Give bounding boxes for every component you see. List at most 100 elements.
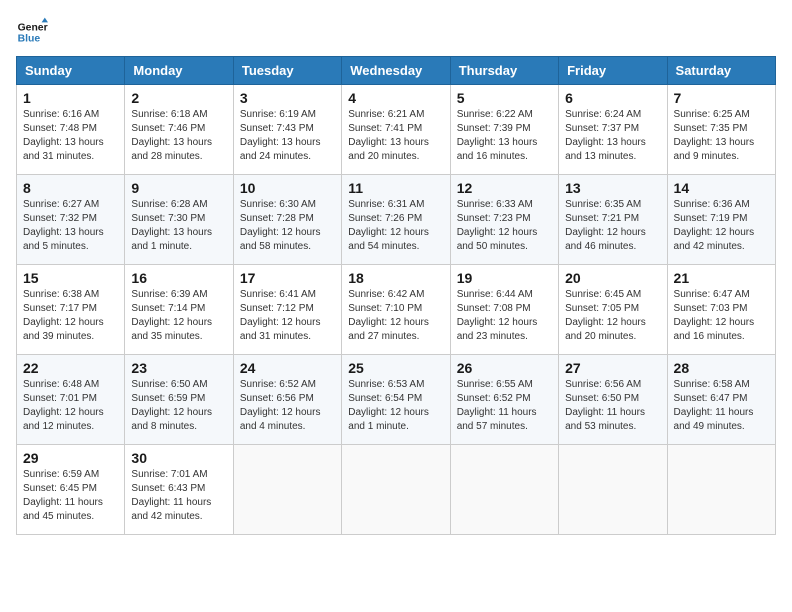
day-info: Sunrise: 6:19 AM Sunset: 7:43 PM Dayligh… xyxy=(240,108,335,164)
calendar-cell: 26 Sunrise: 6:55 AM Sunset: 6:52 PM Dayl… xyxy=(450,355,558,445)
calendar-cell: 11 Sunrise: 6:31 AM Sunset: 7:26 PM Dayl… xyxy=(342,175,450,265)
weekday-header: Thursday xyxy=(450,57,558,85)
day-info: Sunrise: 6:33 AM Sunset: 7:23 PM Dayligh… xyxy=(457,198,552,254)
calendar-cell: 20 Sunrise: 6:45 AM Sunset: 7:05 PM Dayl… xyxy=(559,265,667,355)
calendar-cell: 5 Sunrise: 6:22 AM Sunset: 7:39 PM Dayli… xyxy=(450,85,558,175)
logo: General Blue xyxy=(16,16,48,48)
day-number: 17 xyxy=(240,270,335,286)
day-number: 21 xyxy=(674,270,769,286)
weekday-header: Monday xyxy=(125,57,233,85)
calendar-week-row: 1 Sunrise: 6:16 AM Sunset: 7:48 PM Dayli… xyxy=(17,85,776,175)
weekday-header: Tuesday xyxy=(233,57,341,85)
calendar-cell: 18 Sunrise: 6:42 AM Sunset: 7:10 PM Dayl… xyxy=(342,265,450,355)
day-number: 2 xyxy=(131,90,226,106)
calendar-cell: 29 Sunrise: 6:59 AM Sunset: 6:45 PM Dayl… xyxy=(17,445,125,535)
weekday-header: Wednesday xyxy=(342,57,450,85)
calendar-cell: 12 Sunrise: 6:33 AM Sunset: 7:23 PM Dayl… xyxy=(450,175,558,265)
day-info: Sunrise: 6:27 AM Sunset: 7:32 PM Dayligh… xyxy=(23,198,118,254)
day-number: 23 xyxy=(131,360,226,376)
day-info: Sunrise: 6:39 AM Sunset: 7:14 PM Dayligh… xyxy=(131,288,226,344)
calendar-cell: 17 Sunrise: 6:41 AM Sunset: 7:12 PM Dayl… xyxy=(233,265,341,355)
day-info: Sunrise: 6:35 AM Sunset: 7:21 PM Dayligh… xyxy=(565,198,660,254)
calendar-cell xyxy=(559,445,667,535)
calendar-cell xyxy=(342,445,450,535)
day-info: Sunrise: 6:16 AM Sunset: 7:48 PM Dayligh… xyxy=(23,108,118,164)
day-number: 27 xyxy=(565,360,660,376)
calendar-cell: 1 Sunrise: 6:16 AM Sunset: 7:48 PM Dayli… xyxy=(17,85,125,175)
day-number: 18 xyxy=(348,270,443,286)
day-info: Sunrise: 6:48 AM Sunset: 7:01 PM Dayligh… xyxy=(23,378,118,434)
header: General Blue xyxy=(16,16,776,48)
svg-text:Blue: Blue xyxy=(18,34,41,45)
calendar-cell: 6 Sunrise: 6:24 AM Sunset: 7:37 PM Dayli… xyxy=(559,85,667,175)
day-number: 25 xyxy=(348,360,443,376)
day-info: Sunrise: 6:45 AM Sunset: 7:05 PM Dayligh… xyxy=(565,288,660,344)
day-number: 3 xyxy=(240,90,335,106)
day-info: Sunrise: 6:52 AM Sunset: 6:56 PM Dayligh… xyxy=(240,378,335,434)
day-info: Sunrise: 6:18 AM Sunset: 7:46 PM Dayligh… xyxy=(131,108,226,164)
day-info: Sunrise: 6:58 AM Sunset: 6:47 PM Dayligh… xyxy=(674,378,769,434)
day-number: 12 xyxy=(457,180,552,196)
day-number: 11 xyxy=(348,180,443,196)
calendar-cell: 21 Sunrise: 6:47 AM Sunset: 7:03 PM Dayl… xyxy=(667,265,775,355)
day-number: 20 xyxy=(565,270,660,286)
calendar-cell: 16 Sunrise: 6:39 AM Sunset: 7:14 PM Dayl… xyxy=(125,265,233,355)
day-number: 15 xyxy=(23,270,118,286)
calendar-cell: 2 Sunrise: 6:18 AM Sunset: 7:46 PM Dayli… xyxy=(125,85,233,175)
day-info: Sunrise: 6:47 AM Sunset: 7:03 PM Dayligh… xyxy=(674,288,769,344)
day-number: 9 xyxy=(131,180,226,196)
calendar-cell: 15 Sunrise: 6:38 AM Sunset: 7:17 PM Dayl… xyxy=(17,265,125,355)
calendar-cell: 13 Sunrise: 6:35 AM Sunset: 7:21 PM Dayl… xyxy=(559,175,667,265)
calendar-cell: 9 Sunrise: 6:28 AM Sunset: 7:30 PM Dayli… xyxy=(125,175,233,265)
calendar-cell: 24 Sunrise: 6:52 AM Sunset: 6:56 PM Dayl… xyxy=(233,355,341,445)
day-number: 7 xyxy=(674,90,769,106)
day-number: 28 xyxy=(674,360,769,376)
calendar-header-row: SundayMondayTuesdayWednesdayThursdayFrid… xyxy=(17,57,776,85)
calendar-cell: 4 Sunrise: 6:21 AM Sunset: 7:41 PM Dayli… xyxy=(342,85,450,175)
calendar-cell xyxy=(667,445,775,535)
calendar-cell: 23 Sunrise: 6:50 AM Sunset: 6:59 PM Dayl… xyxy=(125,355,233,445)
calendar: SundayMondayTuesdayWednesdayThursdayFrid… xyxy=(16,56,776,535)
calendar-cell: 25 Sunrise: 6:53 AM Sunset: 6:54 PM Dayl… xyxy=(342,355,450,445)
day-info: Sunrise: 6:56 AM Sunset: 6:50 PM Dayligh… xyxy=(565,378,660,434)
day-info: Sunrise: 6:55 AM Sunset: 6:52 PM Dayligh… xyxy=(457,378,552,434)
day-info: Sunrise: 6:41 AM Sunset: 7:12 PM Dayligh… xyxy=(240,288,335,344)
day-info: Sunrise: 6:53 AM Sunset: 6:54 PM Dayligh… xyxy=(348,378,443,434)
day-number: 19 xyxy=(457,270,552,286)
svg-text:General: General xyxy=(18,22,48,33)
calendar-cell: 3 Sunrise: 6:19 AM Sunset: 7:43 PM Dayli… xyxy=(233,85,341,175)
calendar-cell xyxy=(233,445,341,535)
day-number: 24 xyxy=(240,360,335,376)
day-number: 13 xyxy=(565,180,660,196)
weekday-header: Sunday xyxy=(17,57,125,85)
day-info: Sunrise: 6:44 AM Sunset: 7:08 PM Dayligh… xyxy=(457,288,552,344)
weekday-header: Saturday xyxy=(667,57,775,85)
calendar-cell: 27 Sunrise: 6:56 AM Sunset: 6:50 PM Dayl… xyxy=(559,355,667,445)
day-number: 16 xyxy=(131,270,226,286)
calendar-cell: 28 Sunrise: 6:58 AM Sunset: 6:47 PM Dayl… xyxy=(667,355,775,445)
day-info: Sunrise: 6:50 AM Sunset: 6:59 PM Dayligh… xyxy=(131,378,226,434)
calendar-cell: 7 Sunrise: 6:25 AM Sunset: 7:35 PM Dayli… xyxy=(667,85,775,175)
day-number: 26 xyxy=(457,360,552,376)
day-number: 6 xyxy=(565,90,660,106)
logo-icon: General Blue xyxy=(16,16,48,48)
calendar-cell: 30 Sunrise: 7:01 AM Sunset: 6:43 PM Dayl… xyxy=(125,445,233,535)
weekday-header: Friday xyxy=(559,57,667,85)
day-number: 4 xyxy=(348,90,443,106)
calendar-cell: 8 Sunrise: 6:27 AM Sunset: 7:32 PM Dayli… xyxy=(17,175,125,265)
day-info: Sunrise: 6:21 AM Sunset: 7:41 PM Dayligh… xyxy=(348,108,443,164)
calendar-week-row: 15 Sunrise: 6:38 AM Sunset: 7:17 PM Dayl… xyxy=(17,265,776,355)
day-info: Sunrise: 6:25 AM Sunset: 7:35 PM Dayligh… xyxy=(674,108,769,164)
day-info: Sunrise: 6:42 AM Sunset: 7:10 PM Dayligh… xyxy=(348,288,443,344)
calendar-cell: 22 Sunrise: 6:48 AM Sunset: 7:01 PM Dayl… xyxy=(17,355,125,445)
calendar-cell: 14 Sunrise: 6:36 AM Sunset: 7:19 PM Dayl… xyxy=(667,175,775,265)
day-number: 14 xyxy=(674,180,769,196)
day-info: Sunrise: 6:31 AM Sunset: 7:26 PM Dayligh… xyxy=(348,198,443,254)
calendar-week-row: 22 Sunrise: 6:48 AM Sunset: 7:01 PM Dayl… xyxy=(17,355,776,445)
day-number: 29 xyxy=(23,450,118,466)
calendar-cell: 10 Sunrise: 6:30 AM Sunset: 7:28 PM Dayl… xyxy=(233,175,341,265)
calendar-week-row: 29 Sunrise: 6:59 AM Sunset: 6:45 PM Dayl… xyxy=(17,445,776,535)
day-number: 22 xyxy=(23,360,118,376)
day-info: Sunrise: 7:01 AM Sunset: 6:43 PM Dayligh… xyxy=(131,468,226,524)
day-number: 30 xyxy=(131,450,226,466)
